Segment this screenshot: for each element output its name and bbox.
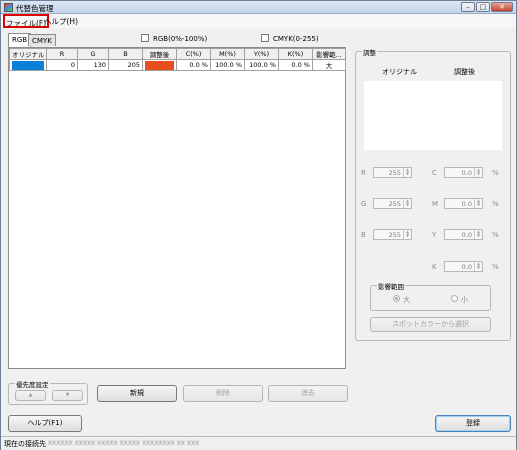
spot-color-select-button[interactable]: スポットカラーから選択	[370, 317, 491, 332]
y-value: 0.0	[461, 231, 472, 239]
k-label: K	[432, 263, 437, 271]
rgb-percent-label: RGB(0%-100%)	[153, 35, 208, 43]
cell-b: 205	[108, 59, 143, 71]
window-title: 代替色管理	[16, 4, 54, 13]
m-spin-arrows-icon[interactable]: ▲ ▼	[474, 199, 482, 208]
title-bar[interactable]: 代替色管理 – □ ✕	[1, 1, 516, 14]
g-label: G	[361, 200, 367, 208]
cell-g: 130	[77, 59, 109, 71]
connection-label: 現在の接続先	[4, 440, 46, 448]
original-color-cell	[9, 59, 47, 71]
m-percent: %	[492, 200, 499, 208]
c-spinner[interactable]: 0.0 ▲ ▼	[444, 167, 483, 178]
help-button[interactable]: ヘルプ(F1)	[8, 415, 82, 432]
g-spinner[interactable]: 255 ▲ ▼	[373, 198, 412, 209]
col-header-adjusted[interactable]: 調整後	[142, 48, 177, 60]
y-label: Y	[432, 231, 437, 239]
cmyk-range-checkbox[interactable]	[261, 34, 269, 42]
new-button[interactable]: 新規	[97, 385, 177, 402]
color-preview	[364, 81, 502, 150]
menu-help[interactable]: ヘルプ(H)	[44, 16, 78, 27]
col-header-k[interactable]: K(%)	[278, 48, 313, 60]
g-value: 255	[388, 200, 401, 208]
tab-cmyk[interactable]: CMYK	[28, 34, 56, 46]
clear-button[interactable]: 消去	[268, 385, 348, 402]
priority-title: 優先度設定	[15, 379, 50, 389]
original-swatch	[12, 60, 44, 70]
color-table: オリジナル R G B 調整後 C(%) M(%) Y(%) K(%) 影響範.…	[9, 48, 346, 71]
menu-bar: ファイル(F) ヘルプ(H)	[1, 14, 516, 28]
b-spinner[interactable]: 255 ▲ ▼	[373, 229, 412, 240]
g-spin-arrows-icon[interactable]: ▲ ▼	[403, 199, 411, 208]
r-value: 255	[388, 169, 401, 177]
status-bar: 現在の接続先 XXXXXX XXXXX XXXXX XXXXX XXXXXXXX…	[1, 436, 516, 450]
r-label: R	[361, 169, 366, 177]
y-percent: %	[492, 231, 499, 239]
range-title: 影響範囲	[377, 281, 405, 291]
cell-r: 0	[46, 59, 78, 71]
delete-button[interactable]: 削除	[183, 385, 263, 402]
adjusted-label: 調整後	[454, 68, 475, 76]
m-value: 0.0	[461, 200, 472, 208]
k-percent: %	[492, 263, 499, 271]
main-window: 代替色管理 – □ ✕ ファイル(F) ヘルプ(H) RGB CMYK RGB(…	[0, 0, 517, 450]
range-small-label: 小	[461, 296, 468, 304]
b-value: 255	[388, 231, 401, 239]
range-large-radio[interactable]	[393, 295, 400, 302]
close-button[interactable]: ✕	[491, 2, 513, 12]
cmyk-range-label: CMYK(0-255)	[273, 35, 319, 43]
original-label: オリジナル	[382, 68, 417, 76]
r-spinner[interactable]: 255 ▲ ▼	[373, 167, 412, 178]
r-spin-arrows-icon[interactable]: ▲ ▼	[403, 168, 411, 177]
k-spin-arrows-icon[interactable]: ▲ ▼	[474, 262, 482, 271]
app-icon	[4, 3, 13, 12]
window-controls: – □ ✕	[461, 2, 513, 12]
m-label: M	[432, 200, 439, 208]
adjust-title: 調整	[362, 47, 377, 57]
range-small-radio[interactable]	[451, 295, 458, 302]
adjusted-swatch	[145, 60, 174, 70]
k-spinner[interactable]: 0.0 ▲ ▼	[444, 261, 483, 272]
cell-range: 大	[312, 59, 346, 71]
cell-y: 100.0 %	[244, 59, 279, 71]
col-header-m[interactable]: M(%)	[210, 48, 245, 60]
register-button[interactable]: 登録	[435, 415, 511, 432]
y-spin-arrows-icon[interactable]: ▲ ▼	[474, 230, 482, 239]
k-value: 0.0	[461, 263, 472, 271]
priority-up-button[interactable]: ▲	[15, 390, 46, 401]
b-spin-arrows-icon[interactable]: ▲ ▼	[403, 230, 411, 239]
maximize-button[interactable]: □	[476, 2, 490, 12]
range-group: 影響範囲	[370, 281, 491, 311]
col-header-r[interactable]: R	[46, 48, 78, 60]
cell-m: 100.0 %	[210, 59, 245, 71]
rgb-percent-checkbox[interactable]	[141, 34, 149, 42]
minimize-button[interactable]: –	[461, 2, 475, 12]
c-percent: %	[492, 169, 499, 177]
cell-k: 0.0 %	[278, 59, 313, 71]
c-spin-arrows-icon[interactable]: ▲ ▼	[474, 168, 482, 177]
color-table-panel: オリジナル R G B 調整後 C(%) M(%) Y(%) K(%) 影響範.…	[8, 47, 346, 369]
col-header-original[interactable]: オリジナル	[9, 48, 47, 60]
col-header-g[interactable]: G	[77, 48, 109, 60]
adjusted-color-cell	[142, 59, 177, 71]
c-label: C	[432, 169, 437, 177]
col-header-c[interactable]: C(%)	[176, 48, 211, 60]
b-label: B	[361, 231, 366, 239]
m-spinner[interactable]: 0.0 ▲ ▼	[444, 198, 483, 209]
table-header-row: オリジナル R G B 調整後 C(%) M(%) Y(%) K(%) 影響範.…	[9, 48, 346, 60]
menu-file[interactable]: ファイル(F)	[3, 14, 50, 28]
range-large-label: 大	[403, 296, 410, 304]
col-header-y[interactable]: Y(%)	[244, 48, 279, 60]
connection-value: XXXXXX XXXXX XXXXX XXXXX XXXXXXXX XX XXX	[48, 440, 200, 447]
c-value: 0.0	[461, 169, 472, 177]
cell-c: 0.0 %	[176, 59, 211, 71]
priority-down-button[interactable]: ▼	[52, 390, 83, 401]
col-header-range[interactable]: 影響範...	[312, 48, 346, 60]
y-spinner[interactable]: 0.0 ▲ ▼	[444, 229, 483, 240]
col-header-b[interactable]: B	[108, 48, 143, 60]
table-row[interactable]: 0 130 205 0.0 % 100.0 % 100.0 % 0.0 % 大	[9, 59, 346, 71]
